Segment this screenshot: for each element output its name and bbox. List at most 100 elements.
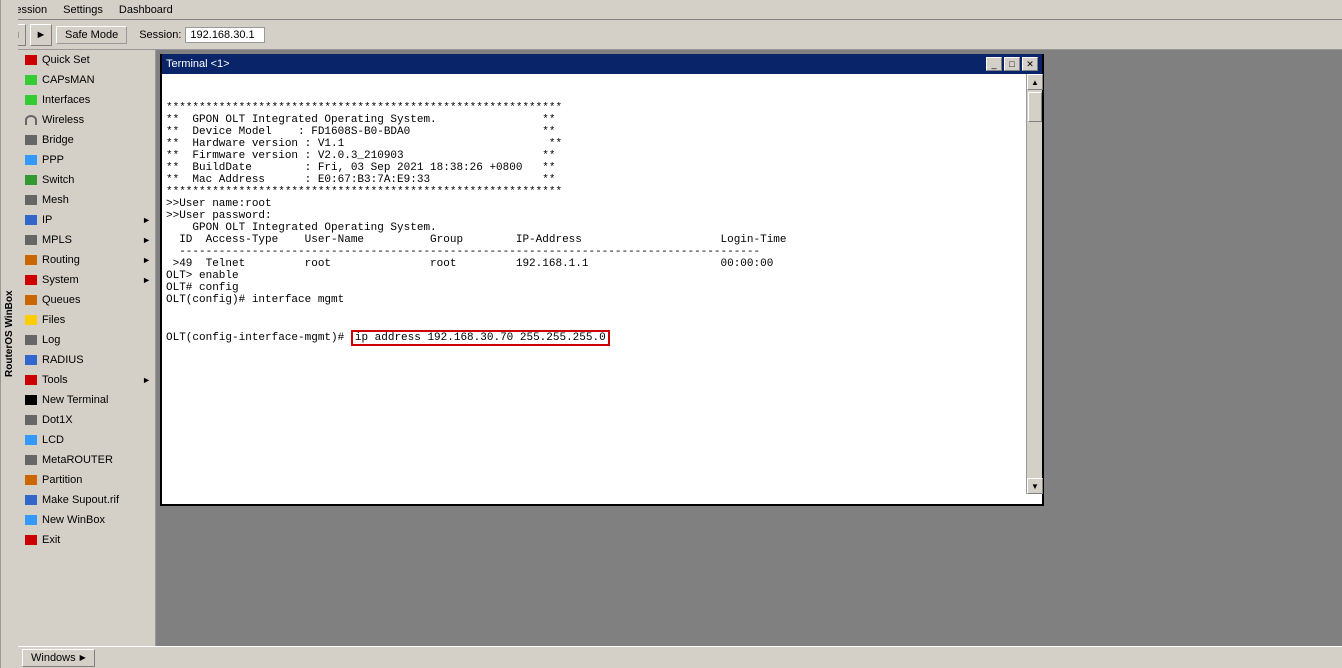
terminal-line: OLT(config)# interface mgmt (166, 294, 1022, 306)
terminal-line: ** Device Model : FD1608S-B0-BDA0 ** (166, 126, 1022, 138)
windows-bar-item[interactable]: Windows ▶ (22, 649, 95, 667)
sidebar-item-switch[interactable]: Switch (18, 170, 155, 190)
quickset-icon (24, 53, 38, 67)
sidebar-item-radius[interactable]: RADIUS (18, 350, 155, 370)
terminal-line: >49 Telnet root root 192.168.1.1 00:00:0… (166, 258, 1022, 270)
sidebar-label-quickset: Quick Set (42, 54, 149, 66)
terminal-input-line: OLT(config-interface-mgmt)# ip address 1… (166, 330, 1022, 346)
arrow-icon-tools: ► (142, 375, 151, 385)
terminal-line: ** Hardware version : V1.1 ** (166, 138, 1022, 150)
safe-mode-button[interactable]: Safe Mode (56, 26, 127, 44)
switch-icon (24, 173, 38, 187)
log-icon (24, 333, 38, 347)
sidebar-label-interfaces: Interfaces (42, 94, 149, 106)
tools-icon (24, 373, 38, 387)
sidebar-item-system[interactable]: System► (18, 270, 155, 290)
terminal-line: ****************************************… (166, 102, 1022, 114)
ip-icon (24, 213, 38, 227)
system-icon (24, 273, 38, 287)
maximize-button[interactable]: □ (1004, 57, 1020, 71)
arrow-icon-ip: ► (142, 215, 151, 225)
menu-settings[interactable]: Settings (59, 3, 107, 17)
terminal-body[interactable]: ****************************************… (162, 74, 1026, 504)
sidebar-item-queues[interactable]: Queues (18, 290, 155, 310)
minimize-button[interactable]: _ (986, 57, 1002, 71)
sidebar-item-newwinbox[interactable]: New WinBox (18, 510, 155, 530)
terminal-title: Terminal <1> (166, 58, 230, 70)
interfaces-icon (24, 93, 38, 107)
sidebar-label-files: Files (42, 314, 149, 326)
sidebar-item-mesh[interactable]: Mesh (18, 190, 155, 210)
sidebar-item-metarouter[interactable]: MetaROUTER (18, 450, 155, 470)
sidebar-item-newterminal[interactable]: New Terminal (18, 390, 155, 410)
scrollbar-up-button[interactable]: ▲ (1027, 74, 1043, 90)
sidebar-label-mpls: MPLS (42, 234, 149, 246)
menu-bar: Session Settings Dashboard (0, 0, 1342, 20)
sidebar-item-mpls[interactable]: MPLS► (18, 230, 155, 250)
terminal-line: GPON OLT Integrated Operating System. (166, 222, 1022, 234)
sidebar-item-partition[interactable]: Partition (18, 470, 155, 490)
sidebar-item-capsman[interactable]: CAPsMAN (18, 70, 155, 90)
sidebar-item-ip[interactable]: IP► (18, 210, 155, 230)
makesupout-icon (24, 493, 38, 507)
terminal-prompt: OLT(config-interface-mgmt)# (166, 332, 351, 344)
sidebar-label-switch: Switch (42, 174, 149, 186)
sidebar-item-ppp[interactable]: PPP (18, 150, 155, 170)
lcd-icon (24, 433, 38, 447)
sidebar-item-log[interactable]: Log (18, 330, 155, 350)
routing-icon (24, 253, 38, 267)
sidebar-label-lcd: LCD (42, 434, 149, 446)
terminal-line: ****************************************… (166, 186, 1022, 198)
sidebar-item-quickset[interactable]: Quick Set (18, 50, 155, 70)
sidebar-item-bridge[interactable]: Bridge (18, 130, 155, 150)
sidebar-label-bridge: Bridge (42, 134, 149, 146)
sidebar-label-wireless: Wireless (42, 114, 149, 126)
forward-button[interactable]: ► (30, 24, 52, 46)
scrollbar-down-button[interactable]: ▼ (1027, 478, 1043, 494)
sidebar-label-radius: RADIUS (42, 354, 149, 366)
sidebar-item-interfaces[interactable]: Interfaces (18, 90, 155, 110)
sidebar-label-ppp: PPP (42, 154, 149, 166)
sidebar-label-dot1x: Dot1X (42, 414, 149, 426)
sidebar-item-dot1x[interactable]: Dot1X (18, 410, 155, 430)
newwinbox-icon (24, 513, 38, 527)
sidebar-label-queues: Queues (42, 294, 149, 306)
radius-icon (24, 353, 38, 367)
capsman-icon (24, 73, 38, 87)
terminal-window: Terminal <1> _ □ ✕ *********************… (160, 54, 1044, 506)
terminal-input[interactable]: ip address 192.168.30.70 255.255.255.0 (351, 330, 610, 346)
sidebar-label-makesupout: Make Supout.rif (42, 494, 149, 506)
windows-bar: Windows ▶ (18, 646, 1342, 668)
terminal-line: OLT# config (166, 282, 1022, 294)
winbox-label: RouterOS WinBox (0, 0, 18, 668)
sidebar-label-metarouter: MetaROUTER (42, 454, 149, 466)
sidebar-item-routing[interactable]: Routing► (18, 250, 155, 270)
mpls-icon (24, 233, 38, 247)
sidebar-item-makesupout[interactable]: Make Supout.rif (18, 490, 155, 510)
sidebar-item-wireless[interactable]: Wireless (18, 110, 155, 130)
arrow-icon-routing: ► (142, 255, 151, 265)
terminal-line: ** BuildDate : Fri, 03 Sep 2021 18:38:26… (166, 162, 1022, 174)
sidebar-label-capsman: CAPsMAN (42, 74, 149, 86)
terminal-line: ** GPON OLT Integrated Operating System.… (166, 114, 1022, 126)
menu-dashboard[interactable]: Dashboard (115, 3, 177, 17)
sidebar-label-newterminal: New Terminal (42, 394, 149, 406)
terminal-scrollbar[interactable]: ▲ ▼ (1026, 74, 1042, 494)
session-ip: 192.168.30.1 (185, 27, 265, 43)
terminal-line: ----------------------------------------… (166, 246, 1022, 258)
wireless-icon (24, 113, 38, 127)
windows-label: Windows (31, 652, 76, 664)
close-button[interactable]: ✕ (1022, 57, 1038, 71)
terminal-titlebar: Terminal <1> _ □ ✕ (162, 54, 1042, 74)
bridge-icon (24, 133, 38, 147)
sidebar-item-exit[interactable]: Exit (18, 530, 155, 550)
ppp-icon (24, 153, 38, 167)
metarouter-icon (24, 453, 38, 467)
terminal-line: >>User password: (166, 210, 1022, 222)
sidebar-item-files[interactable]: Files (18, 310, 155, 330)
sidebar-item-tools[interactable]: Tools► (18, 370, 155, 390)
exit-icon (24, 533, 38, 547)
scrollbar-thumb[interactable] (1028, 92, 1042, 122)
sidebar-item-lcd[interactable]: LCD (18, 430, 155, 450)
sidebar-label-mesh: Mesh (42, 194, 149, 206)
